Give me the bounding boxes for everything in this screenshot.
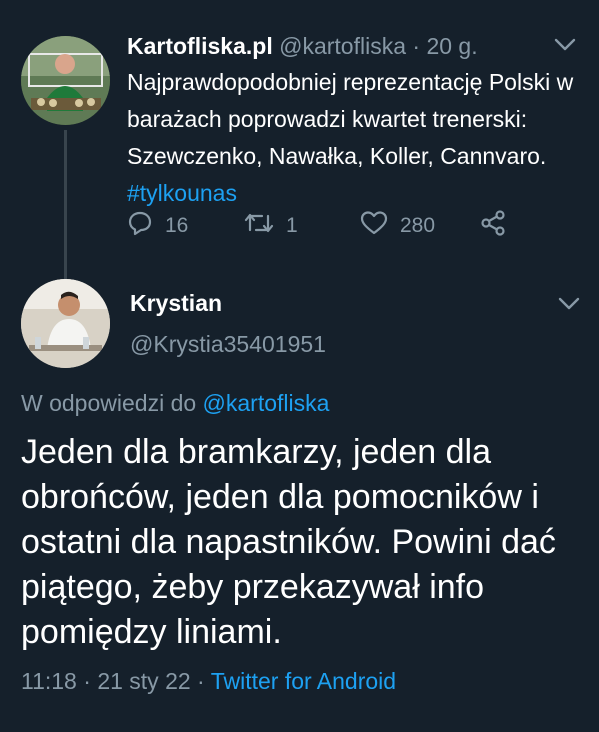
like-count: 280 (400, 214, 436, 237)
retweet-icon (244, 210, 286, 242)
like-button[interactable]: 280 (360, 208, 435, 244)
like-icon (360, 210, 400, 242)
reply-handle-link[interactable]: @kartofliska (203, 390, 330, 416)
thread-line (64, 130, 67, 282)
avatar-kartofliska[interactable] (21, 36, 110, 125)
tweet1-separator: · (412, 33, 421, 59)
tweet1-author-name[interactable]: Kartofliska.pl (127, 33, 273, 59)
reply-button[interactable]: 16 (127, 208, 188, 244)
tweet1-author-handle[interactable]: @kartofliska (279, 33, 406, 59)
retweet-button[interactable]: 1 (244, 208, 298, 244)
tweet2-meta: 11:18 · 21 sty 22 · Twitter for Android (21, 668, 396, 695)
tweet1-text: Najprawdopodobniej reprezentację Polski … (127, 64, 577, 212)
tweet1-timestamp[interactable]: 20 g. (426, 33, 477, 59)
tweet2-author-name[interactable]: Krystian (130, 290, 222, 317)
reply-icon (127, 210, 165, 242)
retweet-count: 1 (286, 214, 298, 237)
tweet2-time: 11:18 (21, 668, 77, 694)
tweet2-author-handle[interactable]: @Krystia35401951 (130, 331, 326, 358)
reply-count: 16 (165, 214, 189, 237)
chevron-down-icon[interactable] (554, 38, 576, 52)
tweet2-text: Jeden dla bramkarzy, jeden dla obrońców,… (21, 433, 556, 651)
tweet1-hashtag[interactable]: #tylkounas (127, 180, 237, 206)
share-icon (480, 210, 518, 242)
tweet1-header: Kartofliska.pl @kartofliska · 20 g. (127, 33, 478, 60)
reply-context: W odpowiedzi do @kartofliska (21, 390, 329, 417)
avatar-krystian[interactable] (21, 279, 110, 368)
share-button[interactable] (480, 208, 518, 244)
reply-prefix: W odpowiedzi do (21, 390, 197, 416)
tweet2-source-link[interactable]: Twitter for Android (211, 668, 396, 694)
tweet1-text-main: Najprawdopodobniej reprezentację Polski … (127, 69, 574, 169)
tweet2-date: 21 sty 22 (97, 668, 191, 694)
tweet2-separator: · (197, 668, 205, 694)
chevron-down-icon[interactable] (558, 297, 580, 311)
tweet2-separator: · (83, 668, 91, 694)
tweet1-actions: 16 1 280 (127, 208, 577, 244)
